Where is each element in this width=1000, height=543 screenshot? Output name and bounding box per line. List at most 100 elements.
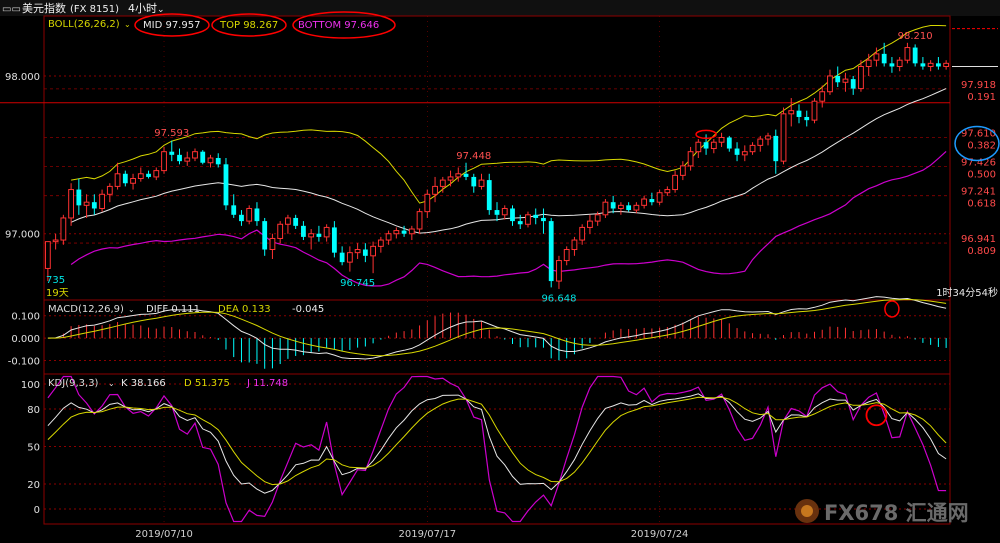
candle-body <box>432 185 438 195</box>
candle-body <box>246 207 253 222</box>
candle-body <box>773 135 779 162</box>
candle-body <box>285 217 291 225</box>
candle-body <box>734 148 740 155</box>
fib-price-label: 96.941 <box>961 234 996 245</box>
watermark-text: FX678 汇通网 <box>824 501 969 525</box>
candle-body <box>835 75 841 83</box>
macd-label[interactable]: MACD(12,26,9) <box>48 304 124 315</box>
kdj-label[interactable]: KDJ(9,3,3) <box>48 378 99 389</box>
candle-body <box>231 205 237 215</box>
candle-body <box>633 204 640 211</box>
candle-body <box>269 237 276 251</box>
mid-label: MID 97.957 <box>143 20 200 31</box>
candle-body <box>510 208 515 222</box>
candle-body <box>710 141 717 150</box>
chart-canvas: ▭▭ 美元指数 (FX 8151) 4小时 ⌄ 98.000 97.000 97.9… <box>0 0 1000 543</box>
candle-body <box>308 233 315 238</box>
candle-body <box>447 176 454 181</box>
candle-body <box>896 59 903 67</box>
candle-body <box>169 151 175 155</box>
period-selector[interactable]: 4小时 <box>128 2 157 15</box>
candle-body <box>726 137 732 149</box>
macd-tick-label: 0.100 <box>11 312 40 323</box>
candle-body <box>177 154 182 162</box>
candle-body <box>664 189 671 194</box>
candle-body <box>765 135 771 140</box>
macd-value: -0.045 <box>292 304 324 315</box>
candle-body <box>757 138 764 146</box>
bottom-label: BOTTOM 97.646 <box>298 20 379 31</box>
candle-body <box>301 225 306 237</box>
symbol-code: (FX 8151) <box>70 4 119 15</box>
candle-body <box>873 53 880 61</box>
k-label: K 38.166 <box>121 378 166 389</box>
candle-body <box>215 158 221 165</box>
candle-body <box>68 189 75 219</box>
candle-body <box>912 47 918 64</box>
top-label: TOP 98.267 <box>219 20 278 31</box>
candle-body <box>865 59 872 67</box>
chevron-down-icon[interactable]: ⌄ <box>157 5 165 15</box>
kdj-tick-label: 100 <box>21 380 40 391</box>
dea-label: DEA 0.133 <box>218 304 271 315</box>
candle-body <box>161 151 167 172</box>
candle-body <box>114 173 121 187</box>
days-label: 19天 <box>46 288 69 299</box>
price-tick-label: 98.000 <box>5 72 40 83</box>
kdj-tick-label: 50 <box>27 443 40 454</box>
candle-body <box>594 214 601 222</box>
candle-body <box>323 226 330 238</box>
candle-body <box>346 252 353 263</box>
kdj-chevron-icon[interactable]: ⌄ <box>108 379 115 388</box>
menu-icon[interactable]: ▭▭ <box>2 4 21 15</box>
candle-body <box>354 249 361 254</box>
candle-body <box>377 239 384 247</box>
candle-body <box>455 173 462 178</box>
candle-body <box>842 78 849 83</box>
boll-label[interactable]: BOLL(26,26,2) <box>48 19 120 30</box>
price-annotation: 97.448 <box>456 151 491 162</box>
kdj-tick-label: 20 <box>27 480 40 491</box>
price-annotation: 96.648 <box>541 293 576 304</box>
candle-body <box>804 116 810 121</box>
candle-body <box>749 144 756 153</box>
candle-body <box>122 173 128 184</box>
candle-body <box>471 176 477 187</box>
candle-body <box>602 201 609 216</box>
candle-body <box>920 63 926 67</box>
candle-body <box>416 211 423 230</box>
symbol-name: 美元指数 <box>22 1 66 15</box>
candle-body <box>641 198 648 206</box>
candle-body <box>548 221 554 282</box>
candle-body <box>617 204 624 209</box>
candle-body <box>370 245 377 257</box>
candle-body <box>943 62 950 67</box>
candle-body <box>463 173 469 177</box>
j-label: J 11.748 <box>246 378 288 389</box>
macd-tick-label: 0.000 <box>11 334 40 345</box>
candle-body <box>76 189 82 206</box>
candle-body <box>254 208 260 222</box>
candle-body <box>385 233 392 241</box>
kdj-tick-label: 0 <box>34 505 40 516</box>
candle-body <box>277 223 284 239</box>
candle-body <box>184 157 191 162</box>
candle-body <box>827 75 833 93</box>
fib-price-label: 97.918 <box>961 80 996 91</box>
macd-chevron-icon[interactable]: ⌄ <box>128 305 135 314</box>
candle-body <box>571 239 578 251</box>
candle-body <box>579 226 586 241</box>
candle-body <box>393 230 400 235</box>
fib-ratio-label: 0.191 <box>967 92 996 103</box>
candle-body <box>401 230 407 234</box>
candle-body <box>904 47 911 61</box>
candle-body <box>788 110 795 115</box>
price-tick-label: 97.000 <box>5 230 40 241</box>
boll-chevron-icon[interactable]: ⌄ <box>124 20 131 29</box>
candle-body <box>331 227 337 253</box>
candle-body <box>316 233 322 237</box>
price-annotation: 96.745 <box>340 278 375 289</box>
candle-body <box>695 141 702 153</box>
candle-body <box>718 136 725 143</box>
candle-body <box>858 65 864 90</box>
